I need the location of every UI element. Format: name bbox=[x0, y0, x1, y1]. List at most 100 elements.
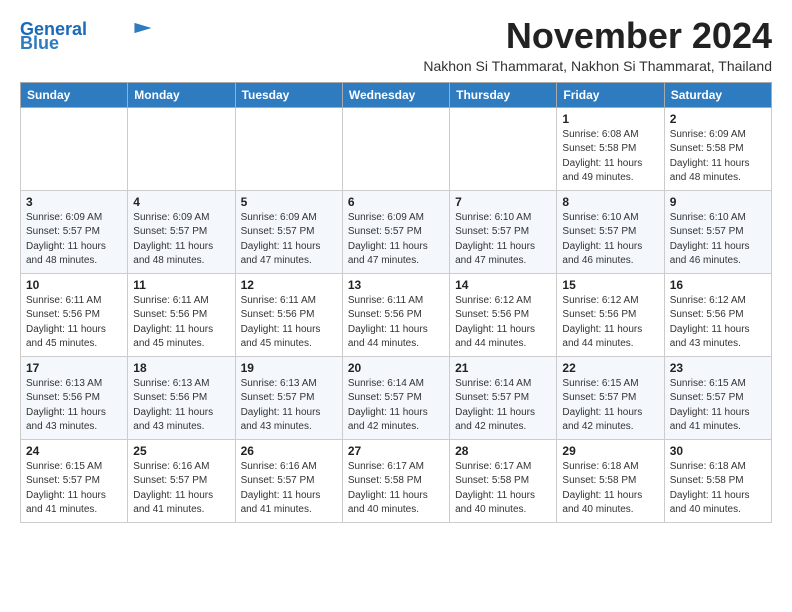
day-info: Sunrise: 6:08 AM Sunset: 5:58 PM Dayligh… bbox=[562, 128, 658, 186]
day-cell: 15 Sunrise: 6:12 AM Sunset: 5:56 PM Dayli… bbox=[557, 273, 664, 356]
day-cell: 28 Sunrise: 6:17 AM Sunset: 5:58 PM Dayli… bbox=[450, 439, 557, 522]
day-number: 28 bbox=[455, 444, 551, 458]
header: General Blue November 2024 Nakhon Si Tha… bbox=[20, 16, 772, 74]
page: General Blue November 2024 Nakhon Si Tha… bbox=[0, 0, 792, 535]
day-cell: 13Sunrise: 6:11 AM Sunset: 5:56 PM Dayli… bbox=[342, 273, 449, 356]
day-cell: 24 Sunrise: 6:15 AM Sunset: 5:57 PM Dayli… bbox=[21, 439, 128, 522]
day-cell: 4 Sunrise: 6:09 AM Sunset: 5:57 PM Daylig… bbox=[128, 190, 235, 273]
day-cell: 11 Sunrise: 6:11 AM Sunset: 5:56 PM Dayli… bbox=[128, 273, 235, 356]
title-block: November 2024 Nakhon Si Thammarat, Nakho… bbox=[423, 16, 772, 74]
day-cell: 3Sunrise: 6:09 AM Sunset: 5:57 PM Daylig… bbox=[21, 190, 128, 273]
day-info: Sunrise: 6:13 AM Sunset: 5:57 PM Dayligh… bbox=[241, 377, 337, 435]
day-info: Sunrise: 6:14 AM Sunset: 5:57 PM Dayligh… bbox=[348, 377, 444, 435]
logo-icon bbox=[131, 21, 155, 35]
col-header-thursday: Thursday bbox=[450, 82, 557, 107]
subtitle: Nakhon Si Thammarat, Nakhon Si Thammarat… bbox=[423, 58, 772, 74]
day-number: 29 bbox=[562, 444, 658, 458]
day-number: 21 bbox=[455, 361, 551, 375]
day-cell: 10 Sunrise: 6:11 AM Sunset: 5:56 PM Dayli… bbox=[21, 273, 128, 356]
day-info: Sunrise: 6:18 AM Sunset: 5:58 PM Dayligh… bbox=[670, 460, 766, 518]
col-header-tuesday: Tuesday bbox=[235, 82, 342, 107]
day-cell: 23 Sunrise: 6:15 AM Sunset: 5:57 PM Dayli… bbox=[664, 356, 771, 439]
day-cell: 29Sunrise: 6:18 AM Sunset: 5:58 PM Dayli… bbox=[557, 439, 664, 522]
day-number: 19 bbox=[241, 361, 337, 375]
day-cell: 26 Sunrise: 6:16 AM Sunset: 5:57 PM Dayli… bbox=[235, 439, 342, 522]
day-number: 8 bbox=[562, 195, 658, 209]
day-info: Sunrise: 6:10 AM Sunset: 5:57 PM Dayligh… bbox=[670, 211, 766, 269]
logo: General Blue bbox=[20, 20, 155, 52]
calendar-header-row: SundayMondayTuesdayWednesdayThursdayFrid… bbox=[21, 82, 772, 107]
day-cell: 12 Sunrise: 6:11 AM Sunset: 5:56 PM Dayli… bbox=[235, 273, 342, 356]
logo-blue: Blue bbox=[20, 34, 59, 52]
day-number: 17 bbox=[26, 361, 122, 375]
day-info: Sunrise: 6:13 AM Sunset: 5:56 PM Dayligh… bbox=[26, 377, 122, 435]
day-number: 24 bbox=[26, 444, 122, 458]
day-number: 26 bbox=[241, 444, 337, 458]
day-info: Sunrise: 6:09 AM Sunset: 5:57 PM Dayligh… bbox=[348, 211, 444, 269]
day-number: 12 bbox=[241, 278, 337, 292]
day-cell: 27 Sunrise: 6:17 AM Sunset: 5:58 PM Dayli… bbox=[342, 439, 449, 522]
day-cell bbox=[450, 107, 557, 190]
day-number: 16 bbox=[670, 278, 766, 292]
day-info: Sunrise: 6:11 AM Sunset: 5:56 PM Dayligh… bbox=[241, 294, 337, 352]
day-number: 30 bbox=[670, 444, 766, 458]
day-number: 23 bbox=[670, 361, 766, 375]
day-cell: 7Sunrise: 6:10 AM Sunset: 5:57 PM Daylig… bbox=[450, 190, 557, 273]
day-number: 11 bbox=[133, 278, 229, 292]
day-info: Sunrise: 6:12 AM Sunset: 5:56 PM Dayligh… bbox=[670, 294, 766, 352]
day-cell bbox=[128, 107, 235, 190]
day-info: Sunrise: 6:11 AM Sunset: 5:56 PM Dayligh… bbox=[133, 294, 229, 352]
day-info: Sunrise: 6:16 AM Sunset: 5:57 PM Dayligh… bbox=[241, 460, 337, 518]
col-header-friday: Friday bbox=[557, 82, 664, 107]
day-info: Sunrise: 6:17 AM Sunset: 5:58 PM Dayligh… bbox=[455, 460, 551, 518]
day-info: Sunrise: 6:11 AM Sunset: 5:56 PM Dayligh… bbox=[26, 294, 122, 352]
day-cell: 8 Sunrise: 6:10 AM Sunset: 5:57 PM Daylig… bbox=[557, 190, 664, 273]
day-number: 6 bbox=[348, 195, 444, 209]
col-header-sunday: Sunday bbox=[21, 82, 128, 107]
day-number: 27 bbox=[348, 444, 444, 458]
day-cell: 21 Sunrise: 6:14 AM Sunset: 5:57 PM Dayli… bbox=[450, 356, 557, 439]
day-info: Sunrise: 6:11 AM Sunset: 5:56 PM Dayligh… bbox=[348, 294, 444, 352]
day-cell: 2 Sunrise: 6:09 AM Sunset: 5:58 PM Daylig… bbox=[664, 107, 771, 190]
day-cell: 22 Sunrise: 6:15 AM Sunset: 5:57 PM Dayli… bbox=[557, 356, 664, 439]
day-info: Sunrise: 6:10 AM Sunset: 5:57 PM Dayligh… bbox=[455, 211, 551, 269]
day-number: 14 bbox=[455, 278, 551, 292]
week-row-2: 3Sunrise: 6:09 AM Sunset: 5:57 PM Daylig… bbox=[21, 190, 772, 273]
day-cell: 1Sunrise: 6:08 AM Sunset: 5:58 PM Daylig… bbox=[557, 107, 664, 190]
col-header-saturday: Saturday bbox=[664, 82, 771, 107]
day-info: Sunrise: 6:10 AM Sunset: 5:57 PM Dayligh… bbox=[562, 211, 658, 269]
day-info: Sunrise: 6:14 AM Sunset: 5:57 PM Dayligh… bbox=[455, 377, 551, 435]
day-number: 10 bbox=[26, 278, 122, 292]
col-header-monday: Monday bbox=[128, 82, 235, 107]
day-info: Sunrise: 6:15 AM Sunset: 5:57 PM Dayligh… bbox=[670, 377, 766, 435]
day-info: Sunrise: 6:09 AM Sunset: 5:58 PM Dayligh… bbox=[670, 128, 766, 186]
day-number: 4 bbox=[133, 195, 229, 209]
day-number: 20 bbox=[348, 361, 444, 375]
day-cell: 16 Sunrise: 6:12 AM Sunset: 5:56 PM Dayli… bbox=[664, 273, 771, 356]
day-number: 15 bbox=[562, 278, 658, 292]
day-info: Sunrise: 6:15 AM Sunset: 5:57 PM Dayligh… bbox=[562, 377, 658, 435]
day-number: 5 bbox=[241, 195, 337, 209]
day-cell bbox=[235, 107, 342, 190]
day-cell bbox=[342, 107, 449, 190]
week-row-5: 24 Sunrise: 6:15 AM Sunset: 5:57 PM Dayli… bbox=[21, 439, 772, 522]
month-title: November 2024 bbox=[423, 16, 772, 56]
day-cell: 14 Sunrise: 6:12 AM Sunset: 5:56 PM Dayli… bbox=[450, 273, 557, 356]
day-cell bbox=[21, 107, 128, 190]
day-info: Sunrise: 6:12 AM Sunset: 5:56 PM Dayligh… bbox=[562, 294, 658, 352]
day-info: Sunrise: 6:12 AM Sunset: 5:56 PM Dayligh… bbox=[455, 294, 551, 352]
day-cell: 9 Sunrise: 6:10 AM Sunset: 5:57 PM Daylig… bbox=[664, 190, 771, 273]
day-info: Sunrise: 6:09 AM Sunset: 5:57 PM Dayligh… bbox=[241, 211, 337, 269]
col-header-wednesday: Wednesday bbox=[342, 82, 449, 107]
week-row-1: 1Sunrise: 6:08 AM Sunset: 5:58 PM Daylig… bbox=[21, 107, 772, 190]
day-number: 22 bbox=[562, 361, 658, 375]
day-info: Sunrise: 6:15 AM Sunset: 5:57 PM Dayligh… bbox=[26, 460, 122, 518]
day-number: 2 bbox=[670, 112, 766, 126]
day-info: Sunrise: 6:09 AM Sunset: 5:57 PM Dayligh… bbox=[133, 211, 229, 269]
day-cell: 6 Sunrise: 6:09 AM Sunset: 5:57 PM Daylig… bbox=[342, 190, 449, 273]
day-cell: 19 Sunrise: 6:13 AM Sunset: 5:57 PM Dayli… bbox=[235, 356, 342, 439]
day-info: Sunrise: 6:17 AM Sunset: 5:58 PM Dayligh… bbox=[348, 460, 444, 518]
week-row-3: 10 Sunrise: 6:11 AM Sunset: 5:56 PM Dayli… bbox=[21, 273, 772, 356]
day-number: 9 bbox=[670, 195, 766, 209]
day-cell: 17 Sunrise: 6:13 AM Sunset: 5:56 PM Dayli… bbox=[21, 356, 128, 439]
